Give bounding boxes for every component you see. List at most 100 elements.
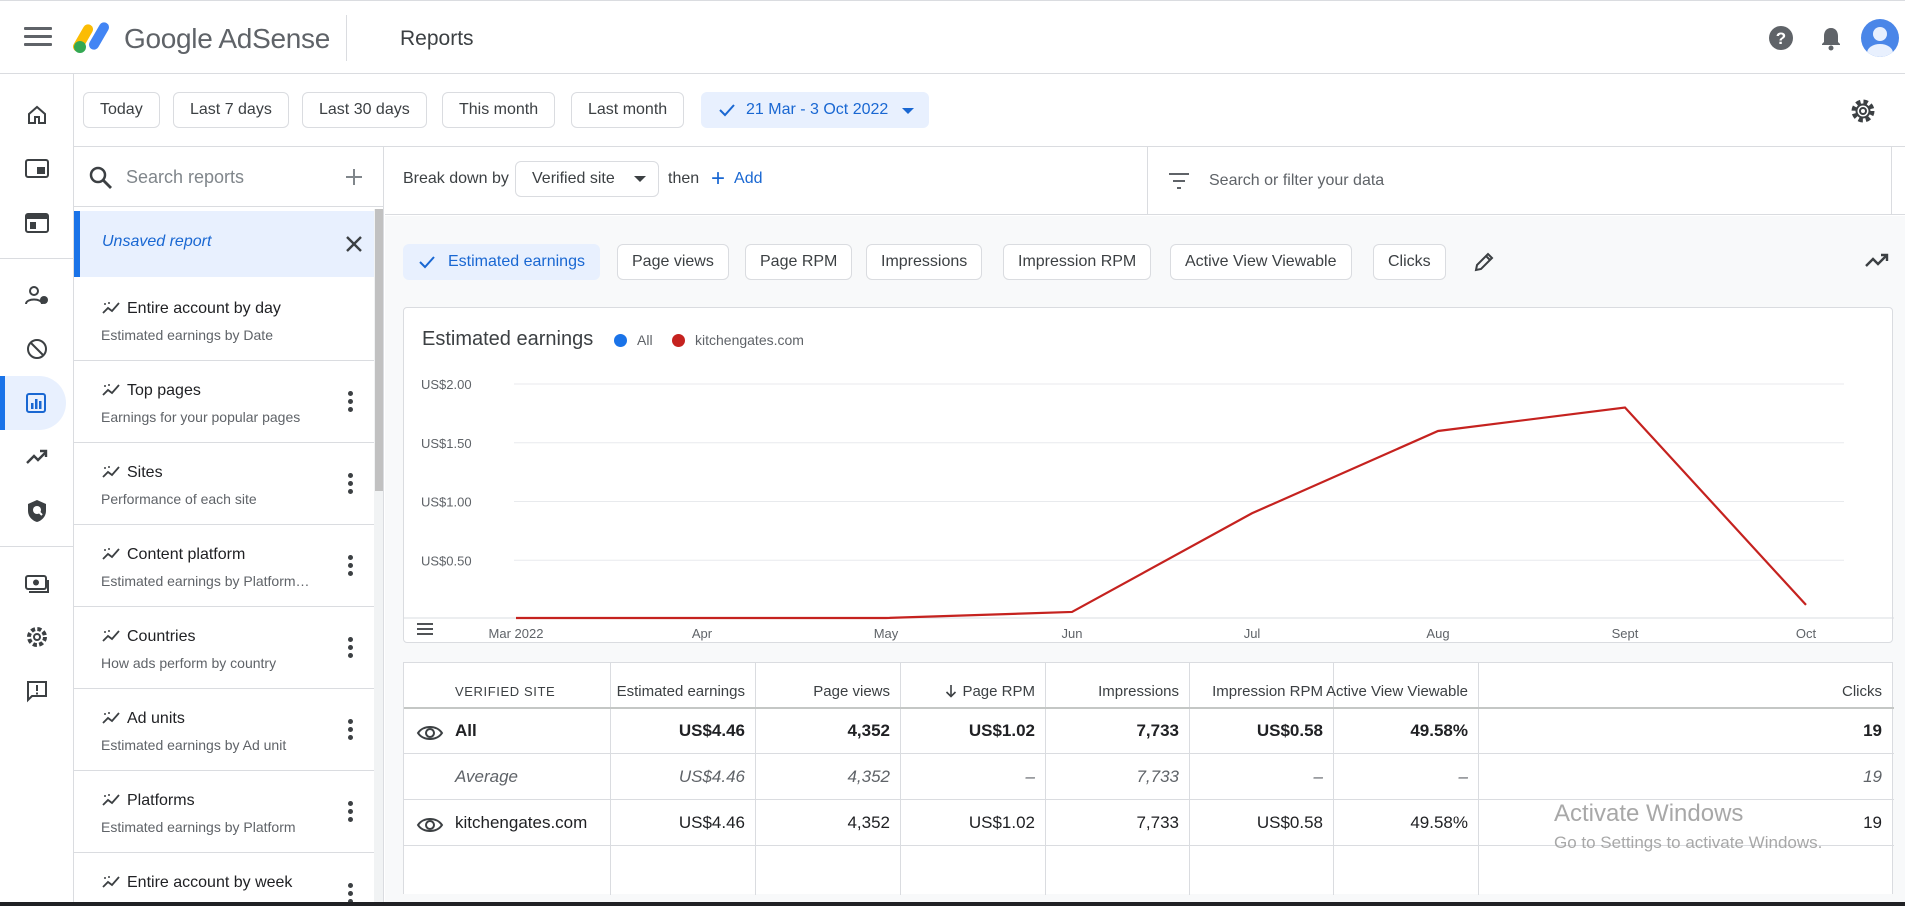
report-subtitle: Estimated earnings by Platform <box>101 819 296 835</box>
cell-active-view-viewable: – <box>1458 767 1468 786</box>
visibility-eye-icon[interactable] <box>416 723 444 743</box>
notifications-icon[interactable] <box>1816 23 1846 53</box>
more-options-icon[interactable] <box>346 473 354 495</box>
nav-blocking-controls[interactable] <box>0 322 74 376</box>
trend-icon <box>102 302 120 314</box>
date-preset-this-month[interactable]: This month <box>442 92 556 128</box>
cell-page-views: 4,352 <box>847 767 890 786</box>
row-site-name[interactable]: All <box>455 721 477 741</box>
header-label: Page RPM <box>962 683 1035 700</box>
report-item-platforms[interactable]: Platforms Estimated earnings by Platform <box>74 771 374 853</box>
edit-metrics-icon[interactable] <box>1472 250 1496 274</box>
nav-reports[interactable] <box>0 376 66 430</box>
header-label: Impressions <box>1098 683 1179 700</box>
x-tick-label: Sept <box>1612 626 1639 641</box>
column-header-page-views[interactable]: Page views <box>813 683 890 700</box>
report-title: Sites <box>127 464 163 481</box>
column-header-clicks[interactable]: Clicks <box>1842 683 1882 700</box>
date-preset-last-30-days[interactable]: Last 30 days <box>302 92 427 128</box>
trend-chart-toggle-icon[interactable] <box>1864 250 1890 272</box>
column-header-estimated-earnings[interactable]: Estimated earnings <box>617 683 745 700</box>
column-header-verified-site[interactable]: VERIFIED SITE <box>455 684 555 699</box>
unsaved-report-item[interactable]: Unsaved report <box>74 211 374 277</box>
settings-gear-icon[interactable] <box>1848 96 1878 126</box>
metric-chip-clicks[interactable]: Clicks <box>1373 244 1446 280</box>
date-range-picker[interactable]: 21 Mar - 3 Oct 2022 <box>701 92 930 128</box>
cell-impressions: 7,733 <box>1136 767 1179 786</box>
date-preset-last-month[interactable]: Last month <box>571 92 685 128</box>
saved-reports-panel: Unsaved report Entire account by day Esti… <box>74 147 384 906</box>
blocking-controls-icon <box>27 339 47 359</box>
report-item-content-platform[interactable]: Content platform Estimated earnings by Pl… <box>74 525 374 607</box>
nav-home[interactable] <box>0 88 74 142</box>
header-label: Estimated earnings <box>616 683 745 700</box>
filter-data-input[interactable] <box>1209 165 1609 197</box>
search-reports-input[interactable] <box>126 161 326 193</box>
chip-label: Last 7 days <box>190 101 272 118</box>
trend-icon <box>102 384 120 396</box>
report-subtitle: Estimated earnings by Date <box>101 327 273 343</box>
nav-feedback[interactable] <box>0 664 74 718</box>
date-preset-today[interactable]: Today <box>83 92 160 128</box>
more-options-icon[interactable] <box>346 719 354 741</box>
nav-policy-center[interactable] <box>0 484 74 538</box>
breakdown-dimension-dropdown[interactable]: Verified site <box>515 161 659 197</box>
report-item-sites[interactable]: Sites Performance of each site <box>74 443 374 525</box>
chip-label: 21 Mar - 3 Oct 2022 <box>746 101 889 118</box>
chart-menu-icon[interactable] <box>416 622 434 636</box>
add-report-icon[interactable] <box>340 163 368 191</box>
cell-estimated-earnings: US$4.46 <box>678 721 745 740</box>
menu-icon[interactable] <box>24 27 52 49</box>
cell-impressions: 7,733 <box>1136 813 1179 832</box>
report-list-scrollbar[interactable] <box>374 209 383 906</box>
report-item-countries[interactable]: Countries How ads perform by country <box>74 607 374 689</box>
column-header-page-rpm[interactable]: Page RPM <box>945 683 1035 700</box>
nav-payments[interactable] <box>0 556 74 610</box>
more-options-icon[interactable] <box>346 801 354 823</box>
nav-account-settings[interactable] <box>0 610 74 664</box>
chip-label: Impressions <box>881 253 968 270</box>
series-line-kitchengates-com[interactable] <box>516 406 1807 620</box>
nav-divider <box>0 546 74 547</box>
metric-chip-active-view-viewable[interactable]: Active View Viewable <box>1170 244 1352 280</box>
column-header-active-view-viewable[interactable]: Active View Viewable <box>1326 683 1468 700</box>
nav-sites[interactable] <box>0 196 74 250</box>
header-divider <box>346 15 347 61</box>
nav-ads[interactable] <box>0 142 74 196</box>
close-icon[interactable] <box>342 232 366 256</box>
column-header-impressions[interactable]: Impressions <box>1098 683 1179 700</box>
date-preset-last-7-days[interactable]: Last 7 days <box>173 92 289 128</box>
row-site-name[interactable]: kitchengates.com <box>455 813 587 833</box>
scrollbar-thumb[interactable] <box>375 209 383 491</box>
nav-privacy-messaging[interactable] <box>0 268 74 322</box>
report-item-entire-account-by-day[interactable]: Entire account by day Estimated earnings … <box>74 279 374 361</box>
more-options-icon[interactable] <box>346 555 354 577</box>
metric-chip-page-rpm[interactable]: Page RPM <box>745 244 853 280</box>
metric-chip-impressions[interactable]: Impressions <box>866 244 983 280</box>
cell-page-views: 4,352 <box>847 813 890 832</box>
report-item-entire-account-by-week[interactable]: Entire account by weekEstimated earnings… <box>74 853 374 906</box>
check-icon <box>419 256 435 269</box>
add-breakdown-button[interactable]: + Add <box>711 161 762 197</box>
metric-chip-estimated-earnings[interactable]: Estimated earnings <box>403 244 600 280</box>
visibility-eye-icon[interactable] <box>416 815 444 835</box>
report-item-top-pages[interactable]: Top pages Earnings for your popular pages <box>74 361 374 443</box>
report-subtitle: How ads perform by country <box>101 655 277 671</box>
more-options-icon[interactable] <box>346 391 354 413</box>
metric-chip-impression-rpm[interactable]: Impression RPM <box>1003 244 1152 280</box>
column-header-impression-rpm[interactable]: Impression RPM <box>1212 683 1323 700</box>
cell-page-rpm: – <box>1025 767 1035 786</box>
search-icon <box>89 166 112 189</box>
help-icon[interactable]: ? <box>1766 23 1796 53</box>
nav-optimization[interactable] <box>0 430 74 484</box>
cell-page-rpm: US$1.02 <box>968 813 1035 832</box>
report-title: Platforms <box>127 792 195 809</box>
date-range-bar: Today Last 7 days Last 30 days This mont… <box>74 74 1905 147</box>
report-item-ad-units[interactable]: Ad units Estimated earnings by Ad unit <box>74 689 374 771</box>
more-options-icon[interactable] <box>346 637 354 659</box>
cell-clicks: 19 <box>1863 767 1882 786</box>
breakdown-label: Break down by <box>403 170 509 187</box>
account-avatar[interactable] <box>1861 19 1899 57</box>
metric-chip-page-views[interactable]: Page views <box>617 244 729 280</box>
row-site-name: Average <box>455 767 519 786</box>
